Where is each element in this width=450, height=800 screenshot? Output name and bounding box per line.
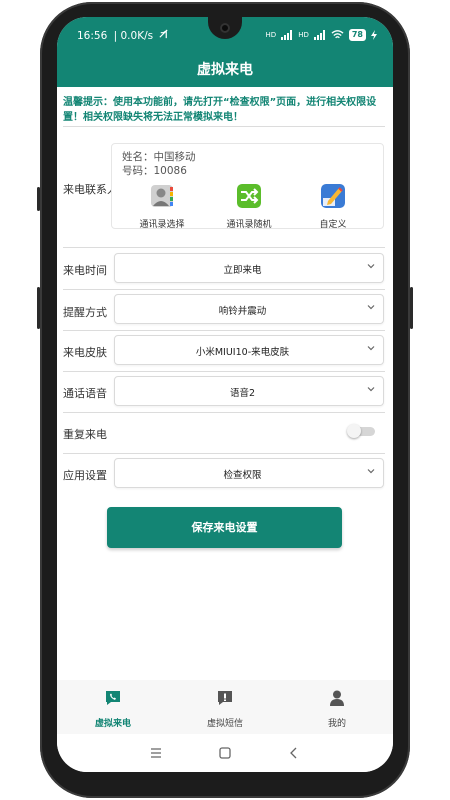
chevron-down-icon [367, 469, 375, 474]
custom-contact-button[interactable]: 自定义 [298, 184, 368, 230]
contact-book-icon [151, 185, 173, 207]
status-right: HD HD 78 [266, 29, 377, 41]
pen-edit-icon [321, 184, 345, 208]
contact-name: 姓名：中国移动 [122, 151, 196, 163]
signal1-label: HD [265, 31, 277, 39]
voice-select[interactable]: 语音2 [114, 376, 384, 406]
skin-label: 来电皮肤 [63, 346, 107, 359]
power-button [410, 287, 413, 329]
contact-book-button[interactable]: 通讯录选择 [127, 184, 197, 230]
signal2-label: HD [298, 31, 309, 39]
volume-button [37, 187, 40, 211]
skin-value: 小米MIUI10-来电皮肤 [195, 347, 290, 358]
random-contact-label: 通讯录随机 [226, 220, 272, 230]
voice-value: 语音2 [229, 388, 256, 399]
tab-label: 虚拟短信 [206, 719, 243, 729]
tab-mine[interactable]: 我的 [281, 689, 393, 729]
tab-virtual-sms[interactable]: 虚拟短信 [169, 689, 281, 729]
toggle-knob [347, 424, 361, 438]
divider [63, 126, 385, 127]
status-time: 16:56 [77, 30, 108, 42]
contact-card: 姓名：中国移动 号码：10086 通讯录选择 通讯录随机 自定义 [111, 143, 384, 230]
bottom-tab-bar: 虚拟来电 虚拟短信 我的 [57, 680, 393, 734]
chevron-down-icon [367, 387, 375, 392]
call-time-label: 来电时间 [63, 264, 107, 277]
charging-icon [371, 30, 377, 40]
save-settings-button[interactable]: 保存来电设置 [107, 507, 342, 548]
divider [63, 412, 385, 413]
person-icon [330, 690, 344, 706]
app-settings-value: 检查权限 [223, 470, 262, 481]
mute-icon [159, 29, 169, 39]
repeat-call-label: 重复来电 [63, 428, 107, 441]
remind-mode-value: 响铃并震动 [218, 306, 267, 317]
random-contact-button[interactable]: 通讯录随机 [214, 184, 284, 230]
status-divider: | [113, 30, 118, 42]
shuffle-icon [237, 184, 261, 208]
back-nav-icon[interactable] [287, 746, 301, 760]
call-time-select[interactable]: 立即来电 [114, 253, 384, 283]
phone-chat-icon [106, 691, 120, 705]
chevron-down-icon [367, 264, 375, 269]
remind-mode-select[interactable]: 响铃并震动 [114, 294, 384, 324]
app-screen: 16:56 | 0.0K/s HD HD 78 虚拟来电 温馨提示：使用本功能前… [57, 17, 393, 772]
chevron-down-icon [367, 305, 375, 310]
skin-select[interactable]: 小米MIUI10-来电皮肤 [114, 335, 384, 365]
voice-label: 通话语音 [63, 387, 107, 400]
app-settings-label: 应用设置 [63, 469, 107, 482]
chevron-down-icon [367, 346, 375, 351]
app-settings-select[interactable]: 检查权限 [114, 458, 384, 488]
tab-label: 我的 [327, 719, 346, 729]
message-icon [218, 691, 232, 705]
home-nav-icon[interactable] [218, 746, 232, 760]
divider [63, 330, 385, 331]
signal1-icon [281, 30, 293, 40]
battery-level: 78 [348, 29, 366, 41]
contact-number: 号码：10086 [122, 165, 187, 177]
warning-tip: 温馨提示：使用本功能前，请先打开“检查权限”页面，进行相关权限设置！相关权限缺失… [63, 97, 377, 123]
signal2-icon [313, 30, 325, 40]
divider [63, 289, 385, 290]
menu-nav-icon[interactable] [149, 746, 163, 760]
remind-mode-label: 提醒方式 [63, 306, 107, 319]
contact-book-label: 通讯录选择 [139, 220, 185, 230]
divider [63, 453, 385, 454]
custom-contact-label: 自定义 [319, 220, 347, 230]
repeat-call-toggle[interactable] [347, 424, 377, 438]
wifi-icon [331, 30, 344, 39]
volume-down-button [37, 287, 40, 329]
call-time-value: 立即来电 [223, 265, 262, 276]
status-speed: 0.0K/s [120, 30, 154, 42]
status-left: 16:56 | 0.0K/s [77, 29, 169, 42]
page-title: 虚拟来电 [197, 62, 253, 78]
tab-virtual-call[interactable]: 虚拟来电 [57, 689, 169, 729]
tab-label: 虚拟来电 [94, 719, 131, 729]
contact-label: 来电联系人 [63, 183, 118, 196]
divider [63, 247, 385, 248]
divider [63, 371, 385, 372]
front-camera [220, 23, 230, 33]
system-nav-bar [57, 734, 393, 772]
